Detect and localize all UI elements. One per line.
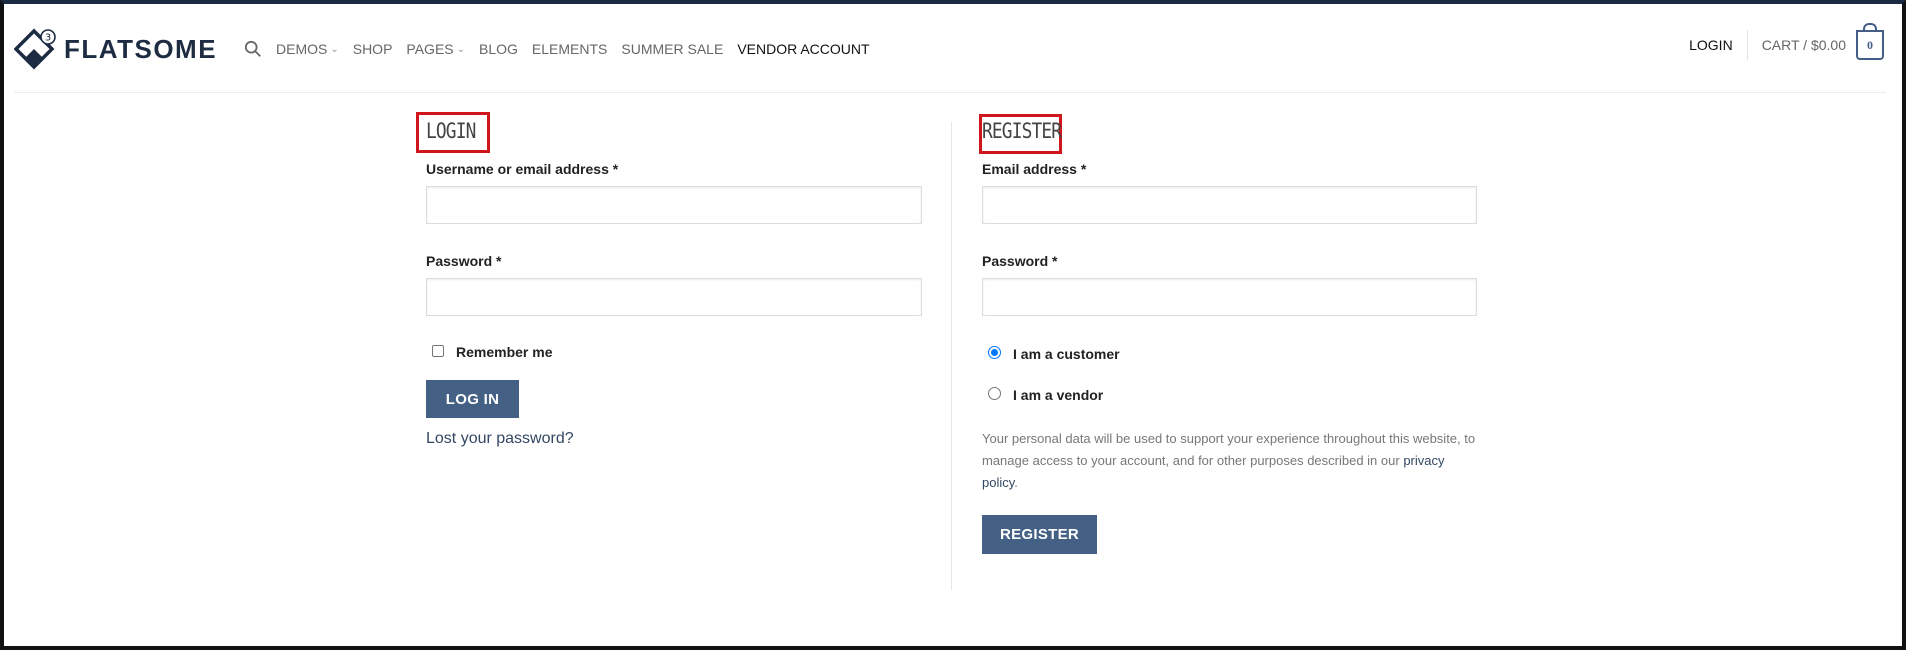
site-header: 3 FLATSOME DEMOS ⌄ SHOP PAGES ⌄ BLOG ELEME… <box>4 4 1902 92</box>
cart-count: 0 <box>1867 37 1873 52</box>
customer-radio-label: I am a customer <box>1013 346 1120 362</box>
chevron-down-icon: ⌄ <box>456 43 466 55</box>
nav-item-label: BLOG <box>479 41 518 57</box>
main-nav: DEMOS ⌄ SHOP PAGES ⌄ BLOG ELEMENTS SUMMER … <box>244 40 884 58</box>
chevron-down-icon: ⌄ <box>330 43 339 55</box>
remember-me-label: Remember me <box>456 344 553 360</box>
username-input[interactable] <box>426 186 922 224</box>
nav-item-label: DEMOS <box>276 41 328 57</box>
nav-item-elements[interactable]: ELEMENTS <box>532 41 607 57</box>
header-divider-line <box>14 92 1886 93</box>
email-label: Email address * <box>982 161 1087 177</box>
privacy-text: Your personal data will be used to suppo… <box>982 431 1476 468</box>
privacy-end: . <box>1014 475 1018 490</box>
register-title: REGISTER <box>982 119 1062 143</box>
window-frame <box>0 0 1906 650</box>
nav-item-pages[interactable]: PAGES ⌄ <box>406 41 465 57</box>
nav-item-label: ELEMENTS <box>531 41 608 57</box>
flatsome-logo-icon: 3 <box>14 28 56 70</box>
register-password-label: Password * <box>982 253 1058 269</box>
nav-item-demos[interactable]: DEMOS ⌄ <box>276 41 339 57</box>
lost-password-link[interactable]: Lost your password? <box>426 430 574 448</box>
nav-item-shop[interactable]: SHOP <box>353 41 393 57</box>
vendor-radio[interactable] <box>988 387 1001 400</box>
header-divider <box>1746 30 1748 60</box>
nav-item-label: VENDOR ACCOUNT <box>737 41 870 57</box>
nav-item-label: SHOP <box>352 41 393 57</box>
nav-item-vendor-account[interactable]: VENDOR ACCOUNT <box>737 41 869 57</box>
nav-item-label: SUMMER SALE <box>621 41 724 57</box>
remember-me-checkbox[interactable] <box>432 345 444 357</box>
username-label: Username or email address * <box>426 161 619 177</box>
nav-item-label: PAGES <box>406 41 454 57</box>
customer-radio[interactable] <box>988 346 1001 359</box>
column-divider <box>951 122 952 590</box>
cart-icon[interactable]: 0 <box>1856 23 1884 60</box>
logo-badge: 3 <box>45 33 51 44</box>
login-title: LOGIN <box>426 119 476 143</box>
email-input[interactable] <box>982 186 1477 224</box>
privacy-notice: Your personal data will be used to suppo… <box>982 428 1482 494</box>
nav-item-summer-sale[interactable]: SUMMER SALE <box>621 41 723 57</box>
header-login-link[interactable]: LOGIN <box>1689 37 1733 53</box>
nav-item-blog[interactable]: BLOG <box>479 41 518 57</box>
site-logo[interactable]: 3 FLATSOME <box>14 24 217 74</box>
cart-link[interactable]: CART / $0.00 <box>1762 37 1846 53</box>
login-password-label: Password * <box>426 253 502 269</box>
login-password-input[interactable] <box>426 278 922 316</box>
vendor-radio-label: I am a vendor <box>1013 387 1104 403</box>
register-password-input[interactable] <box>982 278 1477 316</box>
header-right: LOGIN CART / $0.00 0 <box>1689 23 1884 60</box>
logo-text: FLATSOME <box>64 33 218 64</box>
register-button[interactable]: REGISTER <box>982 515 1097 554</box>
log-in-button[interactable]: LOG IN <box>426 380 519 418</box>
search-icon[interactable] <box>244 40 262 58</box>
